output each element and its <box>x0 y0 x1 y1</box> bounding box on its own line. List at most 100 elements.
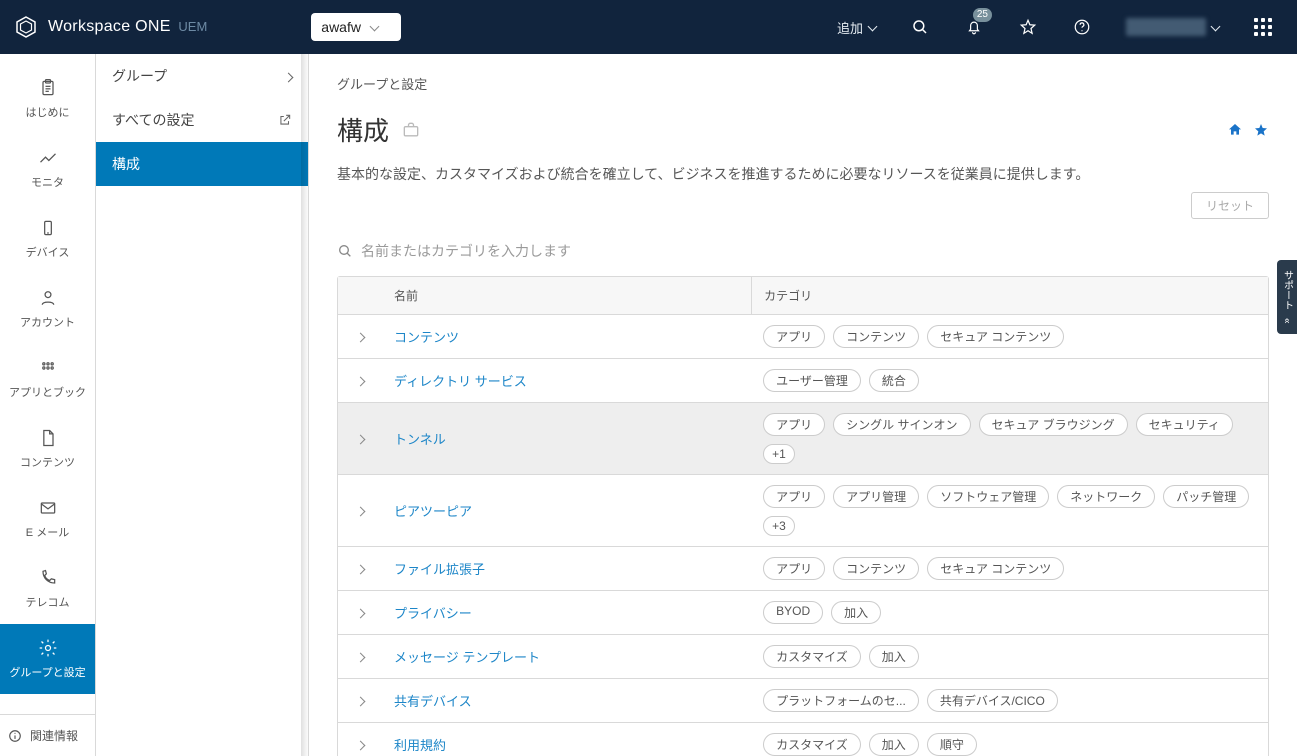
row-tags: ユーザー管理統合 <box>751 359 1268 402</box>
row-name-link[interactable]: 共有デバイス <box>394 694 472 709</box>
category-tag[interactable]: 加入 <box>869 733 919 756</box>
expand-toggle[interactable] <box>338 683 382 718</box>
column-name: 名前 <box>382 277 751 314</box>
category-tag[interactable]: 加入 <box>831 601 881 624</box>
category-tag[interactable]: アプリ管理 <box>833 485 919 508</box>
category-tag[interactable]: アプリ <box>763 325 825 348</box>
row-name-link[interactable]: ファイル拡張子 <box>394 562 485 577</box>
row-tags: アプリアプリ管理ソフトウェア管理ネットワークパッチ管理 +3 <box>751 475 1268 546</box>
category-tag[interactable]: セキュリティ <box>1136 413 1233 436</box>
add-label: 追加 <box>837 18 863 37</box>
table-row[interactable]: 利用規約 カスタマイズ加入順守 <box>338 723 1268 756</box>
category-tag[interactable]: 統合 <box>869 369 919 392</box>
home-icon[interactable] <box>1227 122 1243 138</box>
row-tags: アプリコンテンツセキュア コンテンツ <box>751 547 1268 590</box>
sidebar-item-phone[interactable]: テレコム <box>0 554 95 624</box>
row-name-link[interactable]: ピアツーピア <box>394 504 472 519</box>
secondary-nav: グループすべての設定構成 <box>96 54 309 756</box>
sidebar-item-label: テレコム <box>26 594 70 610</box>
category-tag[interactable]: ソフトウェア管理 <box>927 485 1049 508</box>
tenant-selector[interactable]: awafw <box>311 13 401 41</box>
category-tag[interactable]: アプリ <box>763 485 825 508</box>
category-tag[interactable]: パッチ管理 <box>1163 485 1249 508</box>
row-name-link[interactable]: コンテンツ <box>394 330 459 345</box>
subnav-item[interactable]: グループ <box>96 54 308 98</box>
category-tag[interactable]: 順守 <box>927 733 977 756</box>
row-name-link[interactable]: 利用規約 <box>394 738 446 753</box>
subnav-item[interactable]: すべての設定 <box>96 98 308 142</box>
page-description: 基本的な設定、カスタマイズおよび統合を確立して、ビジネスを推進するために必要なリ… <box>337 164 1269 184</box>
app-launcher[interactable] <box>1243 0 1283 54</box>
chevron-right-icon <box>357 561 364 576</box>
sidebar-item-gear[interactable]: グループと設定 <box>0 624 95 694</box>
add-menu[interactable]: 追加 <box>827 0 886 54</box>
sidebar-item-clipboard[interactable]: はじめに <box>0 64 95 134</box>
sidebar-item-mail[interactable]: E メール <box>0 484 95 554</box>
category-tag[interactable]: アプリ <box>763 413 825 436</box>
sidebar-item-label: モニタ <box>31 174 64 190</box>
category-tag[interactable]: コンテンツ <box>833 325 919 348</box>
category-tag[interactable]: カスタマイズ <box>763 645 861 668</box>
config-table: 名前 カテゴリ コンテンツ アプリコンテンツセキュア コンテンツ ディレクトリ … <box>337 276 1269 756</box>
row-tags: カスタマイズ加入 <box>751 635 1268 678</box>
row-name-link[interactable]: ディレクトリ サービス <box>394 374 527 389</box>
chevron-right-icon <box>357 649 364 664</box>
category-tag[interactable]: コンテンツ <box>833 557 919 580</box>
category-tag[interactable]: 共有デバイス/CICO <box>927 689 1058 712</box>
search-input[interactable] <box>361 237 1269 265</box>
table-row[interactable]: メッセージ テンプレート カスタマイズ加入 <box>338 635 1268 679</box>
table-row[interactable]: ファイル拡張子 アプリコンテンツセキュア コンテンツ <box>338 547 1268 591</box>
category-tag[interactable]: アプリ <box>763 557 825 580</box>
category-tag[interactable]: プラットフォームのセ... <box>763 689 919 712</box>
favorite-star-icon[interactable] <box>1253 122 1269 138</box>
sidebar-item-monitor[interactable]: モニタ <box>0 134 95 204</box>
app-header: Workspace ONE UEM awafw 追加 25 <box>0 0 1297 54</box>
username-redacted <box>1126 18 1206 36</box>
category-tag[interactable]: セキュア ブラウジング <box>979 413 1128 436</box>
category-tag[interactable]: セキュア コンテンツ <box>927 325 1064 348</box>
expand-toggle[interactable] <box>338 319 382 354</box>
expand-toggle[interactable] <box>338 727 382 756</box>
row-name-link[interactable]: トンネル <box>394 432 446 447</box>
sidebar-item-user[interactable]: アカウント <box>0 274 95 344</box>
favorite-button[interactable] <box>1008 0 1048 54</box>
table-row[interactable]: ディレクトリ サービス ユーザー管理統合 <box>338 359 1268 403</box>
table-row[interactable]: ピアツーピア アプリアプリ管理ソフトウェア管理ネットワークパッチ管理 +3 <box>338 475 1268 547</box>
expand-toggle[interactable] <box>338 363 382 398</box>
table-row[interactable]: トンネル アプリシングル サインオンセキュア ブラウジングセキュリティ +1 <box>338 403 1268 475</box>
search-icon <box>911 18 929 36</box>
category-tag[interactable]: BYOD <box>763 601 823 624</box>
expand-toggle[interactable] <box>338 421 382 456</box>
search-button[interactable] <box>900 0 940 54</box>
sidebar-item-device[interactable]: デバイス <box>0 204 95 274</box>
related-info-link[interactable]: 関連情報 <box>0 714 95 756</box>
sidebar-item-file[interactable]: コンテンツ <box>0 414 95 484</box>
category-tag[interactable]: シングル サインオン <box>833 413 970 436</box>
table-row[interactable]: 共有デバイス プラットフォームのセ... 共有デバイス/CICO <box>338 679 1268 723</box>
table-row[interactable]: コンテンツ アプリコンテンツセキュア コンテンツ <box>338 315 1268 359</box>
subnav-item[interactable]: 構成 <box>96 142 308 186</box>
expand-toggle[interactable] <box>338 639 382 674</box>
sidebar-item-grid[interactable]: アプリとブック <box>0 344 95 414</box>
row-name-link[interactable]: プライバシー <box>394 606 472 621</box>
expand-toggle[interactable] <box>338 551 382 586</box>
sidebar-item-label: はじめに <box>26 104 70 120</box>
help-button[interactable] <box>1062 0 1102 54</box>
reset-button[interactable]: リセット <box>1191 192 1269 219</box>
category-tag[interactable]: ネットワーク <box>1057 485 1155 508</box>
support-tab[interactable]: サポート « <box>1277 260 1297 334</box>
more-tags[interactable]: +3 <box>763 516 795 536</box>
expand-toggle[interactable] <box>338 595 382 630</box>
expand-toggle[interactable] <box>338 493 382 528</box>
notifications-button[interactable]: 25 <box>954 0 994 54</box>
grid-icon <box>38 358 58 378</box>
category-tag[interactable]: セキュア コンテンツ <box>927 557 1064 580</box>
more-tags[interactable]: +1 <box>763 444 795 464</box>
user-menu[interactable] <box>1116 0 1229 54</box>
row-name-link[interactable]: メッセージ テンプレート <box>394 650 540 665</box>
category-tag[interactable]: カスタマイズ <box>763 733 861 756</box>
category-tag[interactable]: ユーザー管理 <box>763 369 861 392</box>
tenant-name: awafw <box>321 19 361 35</box>
table-row[interactable]: プライバシー BYOD 加入 <box>338 591 1268 635</box>
category-tag[interactable]: 加入 <box>869 645 919 668</box>
